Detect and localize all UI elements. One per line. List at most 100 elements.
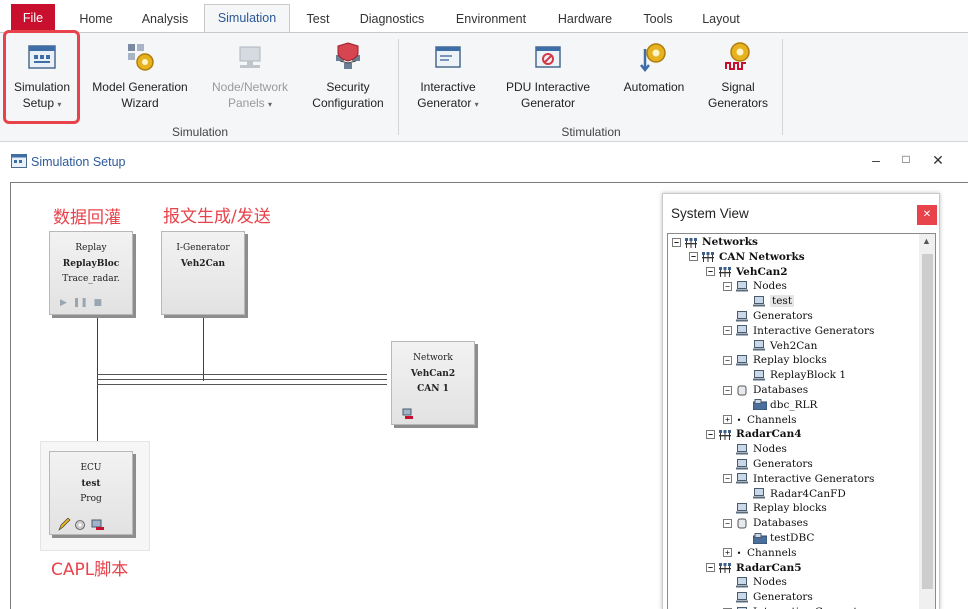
network-node-icon[interactable] xyxy=(402,408,414,420)
pause-icon[interactable]: ❚❚ xyxy=(73,298,88,308)
collapse-icon[interactable]: − xyxy=(723,518,732,528)
expand-icon[interactable]: + xyxy=(723,548,732,558)
collapse-icon[interactable]: − xyxy=(723,385,732,395)
scroll-thumb[interactable] xyxy=(922,254,933,589)
tab-hardware[interactable]: Hardware xyxy=(548,6,622,32)
network-block[interactable]: Network VehCan2 CAN 1 xyxy=(391,341,475,425)
tree-item[interactable]: test xyxy=(740,294,795,309)
collapse-icon[interactable]: − xyxy=(689,252,698,262)
pdu-interactive-generator-button[interactable]: PDU Interactive Generator xyxy=(496,37,600,111)
tab-test[interactable]: Test xyxy=(298,6,338,32)
tree-item[interactable]: − RadarCan5 xyxy=(706,561,802,576)
tree-scrollbar[interactable]: ▲ xyxy=(919,233,936,609)
database-icon xyxy=(736,385,748,396)
window-titlebar: Simulation Setup – □ ✕ xyxy=(0,142,968,182)
replay-block[interactable]: Replay ReplayBloc Trace_radar. ▶ ❚❚ ■ xyxy=(49,231,133,315)
network-block-type: Network xyxy=(413,353,453,363)
tree-item[interactable]: − Networks xyxy=(672,235,758,250)
tree-item[interactable]: testDBC xyxy=(740,531,814,546)
minimize-button[interactable]: – xyxy=(866,152,886,168)
expand-icon[interactable]: + xyxy=(723,415,732,425)
model-generation-wizard-button[interactable]: Model Generation Wizard xyxy=(86,37,194,111)
network-icon xyxy=(685,236,697,248)
automation-button[interactable]: Automation xyxy=(612,37,696,95)
tree-item[interactable]: − CAN Networks xyxy=(689,250,805,265)
system-view-tree[interactable]: − Networks − CAN Networks − VehCan2− Nodes test… xyxy=(667,233,919,609)
tab-environment[interactable]: Environment xyxy=(446,6,536,32)
ecu-block[interactable]: ECU test Prog xyxy=(49,451,133,535)
system-view-close-button[interactable]: ✕ xyxy=(917,205,937,225)
tree-item[interactable]: ReplayBlock 1 xyxy=(740,368,846,383)
replay-block-name: ReplayBloc xyxy=(62,259,120,269)
node-icon xyxy=(753,369,765,381)
annotation-generator: 报文生成/发送 xyxy=(163,207,271,227)
tree-item[interactable]: Radar4CanFD xyxy=(740,487,846,502)
tree-item[interactable]: − Interactive Generators xyxy=(723,324,874,339)
igenerator-block[interactable]: I-Generator Veh2Can xyxy=(161,231,245,315)
model-generation-wizard-label-1: Model Generation xyxy=(92,80,188,94)
collapse-icon[interactable]: − xyxy=(723,326,732,336)
pdu-interactive-generator-label-1: PDU Interactive xyxy=(505,80,591,94)
tree-item-label: RadarCan4 xyxy=(736,428,802,441)
tree-item-label: Channels xyxy=(747,413,797,426)
tree-item[interactable]: − Replay blocks xyxy=(723,353,827,368)
tab-simulation[interactable]: Simulation xyxy=(204,4,290,33)
tree-item-label: Generators xyxy=(753,310,813,322)
tab-file[interactable]: File xyxy=(11,4,55,32)
tab-diagnostics[interactable]: Diagnostics xyxy=(352,6,432,32)
dbc-file-icon xyxy=(752,399,768,411)
security-configuration-button[interactable]: Security Configuration xyxy=(304,37,392,111)
collapse-icon[interactable]: − xyxy=(706,429,715,439)
signal-generators-button[interactable]: Signal Generators xyxy=(700,37,776,111)
tree-item[interactable]: Generators xyxy=(723,309,813,324)
node-icon xyxy=(736,325,748,336)
group-separator xyxy=(782,39,783,135)
tree-item[interactable]: Nodes xyxy=(723,442,787,457)
tab-tools[interactable]: Tools xyxy=(634,6,682,32)
tree-item[interactable]: − Databases xyxy=(723,383,808,398)
gear-icon xyxy=(75,520,85,530)
node-icon xyxy=(753,488,765,499)
signal-generators-icon xyxy=(725,42,750,70)
tree-item[interactable]: − Nodes xyxy=(723,279,787,294)
tree-item[interactable]: − Interactive Generators xyxy=(723,472,874,487)
tree-item-label: CAN Networks xyxy=(719,250,805,263)
node-network-panels-button[interactable]: Node/Network Panels ▾ xyxy=(202,37,298,113)
tree-item[interactable]: + • Channels xyxy=(723,413,797,428)
simulation-canvas[interactable]: 数据回灌 报文生成/发送 CAPL脚本 Replay ReplayBloc Tr… xyxy=(10,182,968,609)
collapse-icon[interactable]: − xyxy=(706,267,715,277)
collapse-icon[interactable]: − xyxy=(723,474,732,484)
tree-item[interactable]: +Interactive Generators xyxy=(723,605,874,609)
tree-item[interactable]: − RadarCan4 xyxy=(706,427,802,442)
tree-item[interactable]: Veh2Can xyxy=(740,339,817,354)
tab-layout[interactable]: Layout xyxy=(692,6,750,32)
edit-pencil-icon xyxy=(58,518,71,531)
system-view-header: System View ✕ xyxy=(663,194,939,230)
tree-item[interactable]: Generators xyxy=(723,457,813,472)
close-button[interactable]: ✕ xyxy=(928,152,948,169)
scroll-up-icon[interactable]: ▲ xyxy=(922,236,931,246)
tree-item[interactable]: Generators xyxy=(723,590,813,605)
collapse-icon[interactable]: − xyxy=(706,563,715,573)
igen-wire xyxy=(203,315,204,381)
network-block-name: VehCan2 xyxy=(410,369,456,379)
tab-analysis[interactable]: Analysis xyxy=(134,6,196,32)
play-icon[interactable]: ▶ xyxy=(60,298,67,308)
interactive-generator-button[interactable]: Interactive Generator ▾ xyxy=(406,37,490,113)
tree-item[interactable]: − Databases xyxy=(723,516,808,531)
maximize-button[interactable]: □ xyxy=(896,152,916,166)
tree-item[interactable]: − VehCan2 xyxy=(706,265,788,280)
tree-item[interactable]: Replay blocks xyxy=(723,501,827,516)
collapse-icon[interactable]: − xyxy=(723,281,732,291)
node-network-panels-label-2: Panels xyxy=(227,96,265,110)
tree-item[interactable]: Nodes xyxy=(723,575,787,590)
tab-home[interactable]: Home xyxy=(72,6,120,32)
tree-item[interactable]: + • Channels xyxy=(723,546,797,561)
node-icon xyxy=(736,576,748,588)
tree-item[interactable]: dbc_RLR xyxy=(740,398,817,413)
collapse-icon[interactable]: − xyxy=(723,355,732,365)
node-icon xyxy=(753,340,765,351)
stop-icon[interactable]: ■ xyxy=(93,298,102,308)
model-generation-wizard-label-2: Wizard xyxy=(121,96,159,110)
collapse-icon[interactable]: − xyxy=(672,237,681,247)
